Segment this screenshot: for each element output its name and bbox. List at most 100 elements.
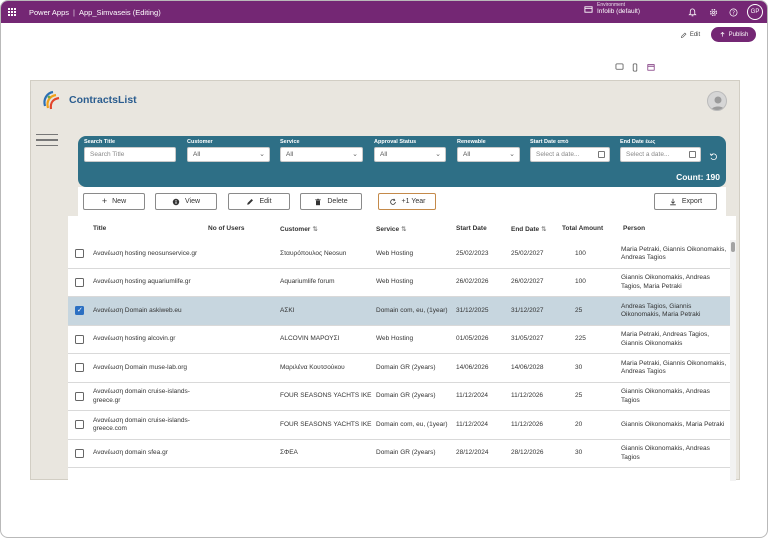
cell-amount: 25 xyxy=(575,306,583,314)
gear-icon[interactable] xyxy=(706,5,720,19)
device-preview-toggles xyxy=(614,62,656,72)
reset-icon[interactable] xyxy=(709,152,718,163)
tablet-icon[interactable] xyxy=(614,62,624,72)
edit-button-label: Edit xyxy=(689,32,701,38)
chevron-down-icon: ⌄ xyxy=(352,151,358,158)
edit-record-button[interactable]: Edit xyxy=(228,193,290,210)
app-canvas: ContractsList Search Title Search Title … xyxy=(30,80,740,481)
cell-service: Web Hosting xyxy=(376,249,414,257)
cell-start: 28/12/2024 xyxy=(456,449,489,457)
delete-button-label: Delete xyxy=(327,198,348,205)
approval-status-label: Approval Status xyxy=(374,139,417,145)
table-row[interactable]: Ανανέωση domain cruise-islands-greece.gr… xyxy=(68,382,730,411)
row-checkbox[interactable] xyxy=(75,306,84,315)
cell-start: 31/12/2025 xyxy=(456,306,489,314)
cell-amount: 30 xyxy=(575,449,583,457)
service-filter: Service All ⌄ xyxy=(280,139,363,162)
header-service[interactable]: Service ⇅ xyxy=(376,225,407,233)
row-checkbox[interactable] xyxy=(75,391,84,401)
sort-icon[interactable]: ⇅ xyxy=(312,226,317,233)
window-frame: Power Apps | App_Simvaseis (Editing) Env… xyxy=(0,0,768,538)
scroll-thumb[interactable] xyxy=(731,242,735,252)
app-logo xyxy=(41,89,63,111)
cell-amount: 100 xyxy=(575,249,586,257)
hamburger-icon[interactable] xyxy=(36,134,58,150)
plus-one-year-button[interactable]: +1 Year xyxy=(378,193,436,210)
table-row[interactable]: Ανανέωση Domain askiweb.eu ΑΣΚΙ Domain com… xyxy=(68,297,730,326)
end-date-label: End Date έως xyxy=(620,139,656,145)
user-avatar-icon[interactable] xyxy=(707,91,727,111)
renewable-dropdown[interactable]: All ⌄ xyxy=(457,147,520,162)
header-customer[interactable]: Customer ⇅ xyxy=(280,225,318,233)
delete-button[interactable]: Delete xyxy=(300,193,362,210)
cell-person: Giannis Oikonomakis, Maria Petraki xyxy=(621,420,725,428)
brand-label[interactable]: Power Apps xyxy=(29,8,69,17)
phone-icon[interactable] xyxy=(630,62,640,72)
search-title-label: Search Title xyxy=(84,139,116,145)
header-end-date-label: End Date xyxy=(511,226,540,233)
approval-status-dropdown[interactable]: All ⌄ xyxy=(374,147,446,162)
app-name: App_Simvaseis (Editing) xyxy=(78,7,161,17)
end-date-picker[interactable]: Select a date... xyxy=(620,147,701,162)
sort-icon[interactable]: ⇅ xyxy=(541,226,546,233)
header-title[interactable]: Title xyxy=(93,225,106,232)
cell-title: Ανανέωση Domain muse-lab.org xyxy=(93,363,188,371)
export-button[interactable]: Export xyxy=(654,193,717,210)
table-row[interactable]: Ανανέωση hosting neosunservice.gr Σταυρόπ… xyxy=(68,240,730,269)
view-button-label: View xyxy=(184,198,201,205)
publish-button[interactable]: Publish xyxy=(711,27,756,42)
edit-button[interactable]: Edit xyxy=(673,28,707,42)
row-checkbox[interactable] xyxy=(75,277,84,287)
table-row[interactable]: Ανανέωση domain sfea.gr ΣΦΕΑ Domain GR (2y… xyxy=(68,439,730,468)
cell-person: Maria Petraki, Andreas Tagios, Giannis O… xyxy=(621,331,710,347)
table-row[interactable]: Ανανέωση domain cruise-islands-greece.co… xyxy=(68,411,730,440)
calendar-icon[interactable] xyxy=(646,62,656,72)
table-row[interactable]: Ανανέωση hosting alcovin.gr ALCOVIN ΜΑΡΟΥ… xyxy=(68,325,730,354)
calendar-icon[interactable] xyxy=(598,151,605,158)
user-initials-avatar[interactable]: GP xyxy=(747,4,763,20)
bell-icon[interactable] xyxy=(685,5,699,19)
header-service-label: Service xyxy=(376,226,400,233)
trash-icon xyxy=(315,198,322,205)
row-checkbox[interactable] xyxy=(75,448,84,458)
pencil-icon xyxy=(680,32,687,38)
help-icon[interactable]: ? xyxy=(726,5,740,19)
calendar-icon[interactable] xyxy=(689,151,696,158)
header-end-date[interactable]: End Date ⇅ xyxy=(511,225,547,233)
approval-status-value: All xyxy=(380,151,388,158)
cell-title: Ανανέωση hosting alcovin.gr xyxy=(93,335,176,343)
cell-person: Andreas Tagios, Giannis Oikonomakis, Mar… xyxy=(621,302,701,318)
sort-icon[interactable]: ⇅ xyxy=(401,226,406,233)
row-checkbox[interactable] xyxy=(75,420,84,429)
row-checkbox[interactable] xyxy=(75,249,84,258)
environment-picker[interactable]: Environment Infolib (default) xyxy=(584,3,640,16)
cell-end: 14/06/2028 xyxy=(511,363,544,371)
cell-end: 26/02/2027 xyxy=(511,278,544,286)
cell-person: Giannis Oikonomakis, Andreas Tagios xyxy=(621,445,710,461)
table-row[interactable]: Ανανέωση Domain muse-lab.org Μαριλένα Κου… xyxy=(68,354,730,383)
cell-start: 11/12/2024 xyxy=(456,420,489,428)
row-checkbox[interactable] xyxy=(75,334,84,344)
header-total-amount[interactable]: Total Amount xyxy=(562,225,603,232)
customer-label: Customer xyxy=(187,139,213,145)
header-person[interactable]: Person xyxy=(623,225,645,232)
cell-start: 25/02/2023 xyxy=(456,249,489,257)
start-date-picker[interactable]: Select a date... xyxy=(530,147,610,162)
environment-icon xyxy=(584,6,593,13)
export-button-label: Export xyxy=(681,198,703,205)
new-button[interactable]: + New xyxy=(83,193,145,210)
end-date-filter: End Date έως Select a date... xyxy=(620,139,701,162)
table-scrollbar[interactable] xyxy=(730,240,736,481)
search-title-input[interactable]: Search Title xyxy=(84,147,176,162)
cell-end: 11/12/2026 xyxy=(511,420,544,428)
customer-dropdown[interactable]: All ⌄ xyxy=(187,147,270,162)
cell-start: 11/12/2024 xyxy=(456,392,489,400)
header-users[interactable]: No of Users xyxy=(208,225,244,232)
row-checkbox[interactable] xyxy=(75,363,84,372)
table-row[interactable]: Ανανέωση hosting aquariumlife.gr Aquarium… xyxy=(68,268,730,297)
service-dropdown[interactable]: All ⌄ xyxy=(280,147,363,162)
view-button[interactable]: View xyxy=(155,193,217,210)
header-start-date[interactable]: Start Date xyxy=(456,225,487,232)
app-header: ContractsList xyxy=(41,89,137,111)
app-launcher-icon[interactable] xyxy=(1,1,23,23)
